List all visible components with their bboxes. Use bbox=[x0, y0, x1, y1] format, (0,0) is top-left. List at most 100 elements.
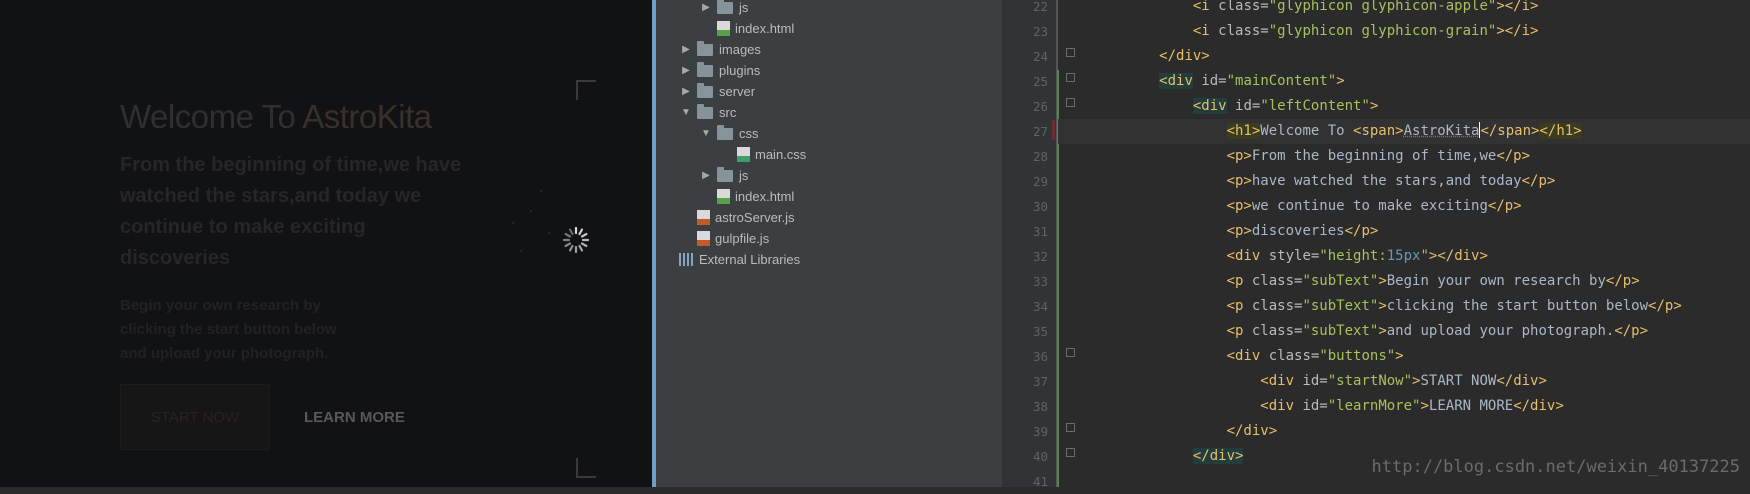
line-number: 23 bbox=[1008, 19, 1048, 44]
website-preview: Welcome To AstroKita From the beginning … bbox=[0, 0, 652, 487]
chevron-down-icon[interactable]: ▼ bbox=[699, 128, 713, 139]
js-file-icon bbox=[697, 210, 710, 225]
subtext-line: Begin your own research by bbox=[120, 294, 480, 318]
learn-more-button[interactable]: LEARN MORE bbox=[304, 409, 405, 426]
line-number: 36 bbox=[1008, 344, 1048, 369]
tree-item-label: images bbox=[719, 42, 761, 57]
tree-item-label: src bbox=[719, 105, 736, 120]
code-line-current: <h1>Welcome To <span>AstroKita</span></h… bbox=[1058, 119, 1750, 144]
tree-item[interactable]: index.html bbox=[713, 186, 794, 207]
hero-title-prefix: Welcome To bbox=[120, 98, 302, 135]
folder-icon bbox=[697, 107, 713, 119]
chevron-down-icon[interactable]: ▼ bbox=[679, 107, 693, 118]
folder-icon bbox=[717, 128, 733, 140]
code-line: <div id="mainContent"> bbox=[1058, 69, 1750, 94]
star-dot bbox=[530, 210, 532, 212]
code-editor[interactable]: 22 23 24 25 26 27 28 29 30 31 32 33 34 3… bbox=[1002, 0, 1750, 487]
line-number: 33 bbox=[1008, 269, 1048, 294]
html-file-icon bbox=[717, 189, 730, 204]
line-number: 25 bbox=[1008, 69, 1048, 94]
folder-icon bbox=[697, 86, 713, 98]
star-dot bbox=[540, 190, 542, 192]
tree-item-label: css bbox=[739, 126, 759, 141]
chevron-right-icon[interactable]: ▶ bbox=[679, 86, 693, 97]
code-line: <div id="startNow">START NOW</div> bbox=[1058, 369, 1750, 394]
hero-title-brand: AstroKita bbox=[302, 98, 431, 135]
line-number: 30 bbox=[1008, 194, 1048, 219]
frame-corner-bottom bbox=[576, 458, 596, 478]
folder-icon bbox=[697, 44, 713, 56]
line-number: 31 bbox=[1008, 219, 1048, 244]
code-line: <p class="subText">and upload your photo… bbox=[1058, 319, 1750, 344]
library-icon bbox=[679, 253, 693, 266]
line-number: 24 bbox=[1008, 44, 1048, 69]
tree-item-label: gulpfile.js bbox=[715, 231, 769, 246]
line-number-gutter: 22 23 24 25 26 27 28 29 30 31 32 33 34 3… bbox=[1002, 0, 1056, 487]
start-now-button[interactable]: START NOW bbox=[120, 384, 270, 450]
tree-item[interactable]: ▼ src bbox=[679, 102, 736, 123]
hero-buttons: START NOW LEARN MORE bbox=[120, 384, 405, 450]
tree-item[interactable]: ▶ js bbox=[699, 165, 748, 186]
code-line: <div id="learnMore">LEARN MORE</div> bbox=[1058, 394, 1750, 419]
star-dot bbox=[520, 250, 522, 252]
folder-icon bbox=[717, 2, 733, 14]
line-number: 39 bbox=[1008, 419, 1048, 444]
hero: Welcome To AstroKita From the beginning … bbox=[120, 98, 480, 366]
line-number: 28 bbox=[1008, 144, 1048, 169]
line-number: 26 bbox=[1008, 94, 1048, 119]
star-dot bbox=[512, 222, 514, 224]
watermark: http://blog.csdn.net/weixin_40137225 bbox=[1372, 457, 1740, 477]
code-area[interactable]: <i class="glyphicon glyphicon-apple"></i… bbox=[1058, 0, 1750, 487]
chevron-right-icon[interactable]: ▶ bbox=[699, 2, 713, 13]
line-number: 38 bbox=[1008, 394, 1048, 419]
chevron-right-icon[interactable]: ▶ bbox=[679, 44, 693, 55]
code-line: </div> bbox=[1058, 419, 1750, 444]
line-number: 29 bbox=[1008, 169, 1048, 194]
code-line: <p>discoveries</p> bbox=[1058, 219, 1750, 244]
code-line: <p>From the beginning of time,we</p> bbox=[1058, 144, 1750, 169]
hero-lead: From the beginning of time,we have watch… bbox=[120, 150, 480, 274]
tree-item[interactable]: External Libraries bbox=[675, 249, 800, 270]
line-number: 32 bbox=[1008, 244, 1048, 269]
tree-item[interactable]: ▶ images bbox=[679, 39, 761, 60]
hero-title: Welcome To AstroKita bbox=[120, 98, 480, 136]
tree-item[interactable]: astroServer.js bbox=[693, 207, 794, 228]
tree-item[interactable]: index.html bbox=[713, 18, 794, 39]
line-number: 34 bbox=[1008, 294, 1048, 319]
html-file-icon bbox=[717, 21, 730, 36]
chevron-right-icon[interactable]: ▶ bbox=[679, 65, 693, 76]
code-line: <p class="subText">Begin your own resear… bbox=[1058, 269, 1750, 294]
tree-item-label: js bbox=[739, 168, 748, 183]
code-line: <p>we continue to make exciting</p> bbox=[1058, 194, 1750, 219]
chevron-right-icon[interactable]: ▶ bbox=[699, 170, 713, 181]
line-number: 27 bbox=[1008, 119, 1048, 144]
star-dot bbox=[548, 232, 550, 234]
tree-item-label: index.html bbox=[735, 21, 794, 36]
code-line: <div class="buttons"> bbox=[1058, 344, 1750, 369]
tree-item[interactable]: main.css bbox=[733, 144, 806, 165]
line-number: 41 bbox=[1008, 469, 1048, 494]
line-number: 22 bbox=[1008, 0, 1048, 19]
code-line: <i class="glyphicon glyphicon-grain"></i… bbox=[1058, 19, 1750, 44]
folder-icon bbox=[717, 170, 733, 182]
line-number: 37 bbox=[1008, 369, 1048, 394]
subtext-line: clicking the start button below bbox=[120, 318, 480, 342]
hero-subtext: Begin your own research by clicking the … bbox=[120, 294, 480, 366]
tree-item[interactable]: gulpfile.js bbox=[693, 228, 769, 249]
folder-icon bbox=[697, 65, 713, 77]
vcs-change-marker bbox=[1052, 120, 1055, 140]
tree-item[interactable]: ▶ server bbox=[679, 81, 755, 102]
tree-item[interactable]: ▶ plugins bbox=[679, 60, 760, 81]
tree-item[interactable]: ▼ css bbox=[699, 123, 759, 144]
js-file-icon bbox=[697, 231, 710, 246]
code-line: <div id="leftContent"> bbox=[1058, 94, 1750, 119]
tree-item-label: plugins bbox=[719, 63, 760, 78]
code-line: <p>have watched the stars,and today</p> bbox=[1058, 169, 1750, 194]
tree-item-label: astroServer.js bbox=[715, 210, 794, 225]
tree-item[interactable]: ▶ js bbox=[699, 0, 748, 18]
tree-item-label: js bbox=[739, 0, 748, 15]
tree-item-label: External Libraries bbox=[699, 252, 800, 267]
subtext-line: and upload your photograph. bbox=[120, 342, 480, 366]
loading-spinner-icon bbox=[561, 225, 591, 255]
css-file-icon bbox=[737, 147, 750, 162]
